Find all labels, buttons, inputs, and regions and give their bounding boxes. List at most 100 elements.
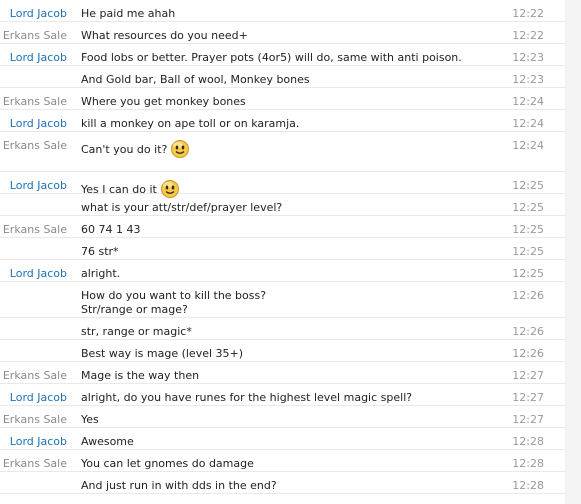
message-line: alright. bbox=[81, 267, 481, 281]
chat-message-row: Lord Jacob Yes I can do it 12:25 bbox=[0, 172, 581, 198]
message-sender[interactable]: Lord Jacob bbox=[10, 267, 67, 280]
chat-message-row: Lord Jacob alright. 12:25 bbox=[0, 260, 581, 282]
message-line-text: Yes bbox=[81, 413, 99, 426]
message-line: He paid me ahah bbox=[81, 7, 481, 21]
message-sender[interactable]: Erkans Sale bbox=[3, 369, 67, 382]
chat-message-row: Erkans Sale 60 74 1 43 12:25 bbox=[0, 216, 581, 238]
chat-message-row: str, range or magic* 12:26 bbox=[0, 318, 581, 340]
message-line-text: He paid me ahah bbox=[81, 7, 176, 20]
message-text: Where you get monkey bones bbox=[81, 95, 481, 109]
message-line: What resources do you need+ bbox=[81, 29, 481, 43]
message-sender[interactable]: Erkans Sale bbox=[3, 95, 67, 108]
chat-message-row: Lord Jacob Awesome 12:28 bbox=[0, 428, 581, 450]
message-line-text: Food lobs or better. Prayer pots (4or5) … bbox=[81, 51, 462, 64]
message-text: He paid me ahah bbox=[81, 7, 481, 21]
chat-message-row: Lord Jacob alright, do you have runes for… bbox=[0, 384, 581, 406]
message-text: How do you want to kill the boss? Str/ran… bbox=[81, 289, 481, 317]
message-line: kill a monkey on ape toll or on karamja. bbox=[81, 117, 481, 131]
message-timestamp: 12:25 bbox=[512, 179, 544, 192]
message-line-text: 60 74 1 43 bbox=[81, 223, 141, 236]
message-line: Best way is mage (level 35+) bbox=[81, 347, 481, 361]
message-line: Can't you do it? bbox=[81, 139, 481, 163]
message-timestamp: 12:26 bbox=[512, 289, 544, 302]
message-sender[interactable]: Erkans Sale bbox=[3, 29, 67, 42]
message-timestamp: 12:27 bbox=[512, 391, 544, 404]
message-line: You can let gnomes do damage bbox=[81, 457, 481, 471]
message-timestamp: 12:23 bbox=[512, 51, 544, 64]
message-sender[interactable]: Lord Jacob bbox=[10, 51, 67, 64]
scrollbar[interactable] bbox=[565, 0, 581, 504]
message-line-text: Can't you do it? bbox=[81, 143, 168, 156]
message-timestamp: 12:24 bbox=[512, 117, 544, 130]
message-line: 60 74 1 43 bbox=[81, 223, 481, 237]
message-line: How do you want to kill the boss? bbox=[81, 289, 481, 303]
message-timestamp: 12:25 bbox=[512, 201, 544, 214]
message-sender[interactable]: Erkans Sale bbox=[3, 139, 67, 152]
message-sender[interactable]: Lord Jacob bbox=[10, 391, 67, 404]
chat-message-row: And Gold bar, Ball of wool, Monkey bones… bbox=[0, 66, 581, 88]
message-sender[interactable]: Lord Jacob bbox=[10, 435, 67, 448]
message-sender[interactable]: Erkans Sale bbox=[3, 223, 67, 236]
chat-message-row: Lord Jacob Food lobs or better. Prayer po… bbox=[0, 44, 581, 66]
message-timestamp: 12:25 bbox=[512, 223, 544, 236]
message-text: what is your att/str/def/prayer level? bbox=[81, 201, 481, 215]
message-line: Awesome bbox=[81, 435, 481, 449]
chat-message-row: 76 str* 12:25 bbox=[0, 238, 581, 260]
message-line-text: Mage is the way then bbox=[81, 369, 200, 382]
message-text: What resources do you need+ bbox=[81, 29, 481, 43]
message-timestamp: 12:27 bbox=[512, 413, 544, 426]
message-text: alright, do you have runes for the highe… bbox=[81, 391, 481, 405]
message-line-text: How do you want to kill the boss? bbox=[81, 289, 267, 302]
message-timestamp: 12:28 bbox=[512, 435, 544, 448]
message-line: And Gold bar, Ball of wool, Monkey bones bbox=[81, 73, 481, 87]
message-timestamp: 12:26 bbox=[512, 325, 544, 338]
message-timestamp: 12:27 bbox=[512, 369, 544, 382]
message-sender[interactable]: Erkans Sale bbox=[3, 457, 67, 470]
message-timestamp: 12:23 bbox=[512, 73, 544, 86]
message-line-text: Str/range or mage? bbox=[81, 303, 188, 316]
message-line: Yes bbox=[81, 413, 481, 427]
chat-message-row: Erkans Sale You can let gnomes do damage 1… bbox=[0, 450, 581, 472]
message-text: str, range or magic* bbox=[81, 325, 481, 339]
message-line: 76 str* bbox=[81, 245, 481, 259]
message-line: what is your att/str/def/prayer level? bbox=[81, 201, 481, 215]
message-text: kill a monkey on ape toll or on karamja. bbox=[81, 117, 481, 131]
message-text: And Gold bar, Ball of wool, Monkey bones bbox=[81, 73, 481, 87]
message-sender[interactable]: Erkans Sale bbox=[3, 413, 67, 426]
message-line-text: And just run in with dds in the end? bbox=[81, 479, 277, 492]
message-line-text: Where you get monkey bones bbox=[81, 95, 246, 108]
message-line-text: Best way is mage (level 35+) bbox=[81, 347, 244, 360]
message-timestamp: 12:28 bbox=[512, 479, 544, 492]
chat-message-row: Best way is mage (level 35+) 12:26 bbox=[0, 340, 581, 362]
message-line: Food lobs or better. Prayer pots (4or5) … bbox=[81, 51, 481, 65]
message-line: str, range or magic* bbox=[81, 325, 481, 339]
message-timestamp: 12:24 bbox=[512, 139, 544, 152]
message-line-text: You can let gnomes do damage bbox=[81, 457, 254, 470]
smiley-icon bbox=[170, 139, 190, 163]
message-timestamp: 12:28 bbox=[512, 457, 544, 470]
chat-message-row: Erkans Sale What resources do you need+ 12… bbox=[0, 22, 581, 44]
message-text: 60 74 1 43 bbox=[81, 223, 481, 237]
message-text: Can't you do it? bbox=[81, 139, 481, 163]
chat-message-row: Erkans Sale Yes 12:27 bbox=[0, 406, 581, 428]
message-line-text: kill a monkey on ape toll or on karamja. bbox=[81, 117, 300, 130]
message-line: And just run in with dds in the end? bbox=[81, 479, 481, 493]
message-sender[interactable]: Lord Jacob bbox=[10, 7, 67, 20]
message-timestamp: 12:25 bbox=[512, 245, 544, 258]
chat-message-row: Erkans Sale Where you get monkey bones 12:… bbox=[0, 88, 581, 110]
message-line-text: alright, do you have runes for the highe… bbox=[81, 391, 413, 404]
message-line-text: 76 str* bbox=[81, 245, 119, 258]
message-timestamp: 12:25 bbox=[512, 267, 544, 280]
message-sender[interactable]: Lord Jacob bbox=[10, 117, 67, 130]
message-text: You can let gnomes do damage bbox=[81, 457, 481, 471]
chat-message-row: How do you want to kill the boss? Str/ran… bbox=[0, 282, 581, 318]
message-timestamp: 12:22 bbox=[512, 7, 544, 20]
message-sender[interactable]: Lord Jacob bbox=[10, 179, 67, 192]
message-line: Mage is the way then bbox=[81, 369, 481, 383]
message-text: Food lobs or better. Prayer pots (4or5) … bbox=[81, 51, 481, 65]
message-line-text: what is your att/str/def/prayer level? bbox=[81, 201, 283, 214]
message-timestamp: 12:24 bbox=[512, 95, 544, 108]
message-text: Best way is mage (level 35+) bbox=[81, 347, 481, 361]
message-text: 76 str* bbox=[81, 245, 481, 259]
chat-message-row: Erkans Sale Mage is the way then 12:27 bbox=[0, 362, 581, 384]
